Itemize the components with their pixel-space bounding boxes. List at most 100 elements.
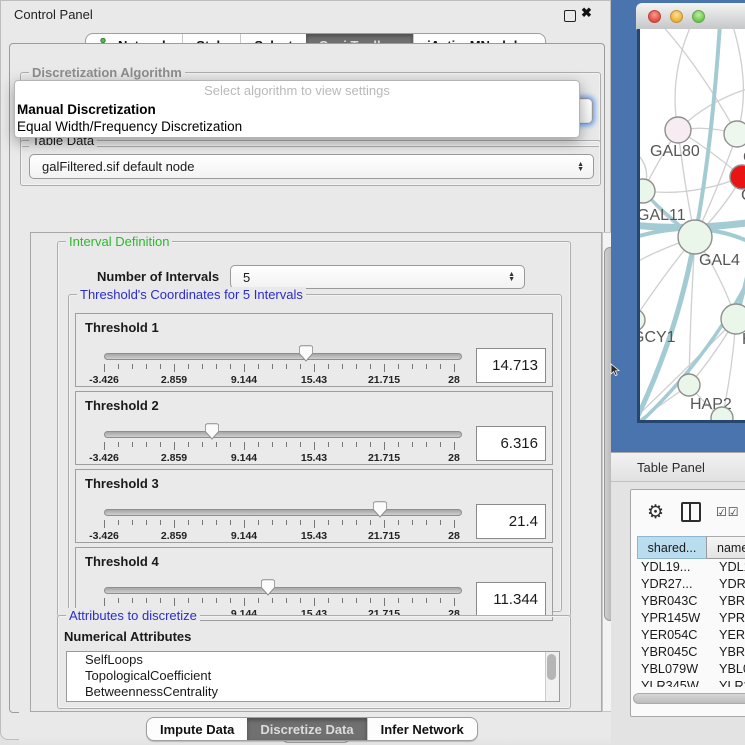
minimize-traffic-light-icon[interactable] [670, 10, 683, 23]
network-edge-thick[interactable] [695, 29, 720, 237]
table-data-combobox[interactable]: galFiltered.sif default node ▲▼ [29, 154, 594, 179]
columns-icon[interactable] [681, 502, 701, 522]
tick-mark [118, 442, 119, 447]
threshold-value-field[interactable]: 6.316 [476, 426, 546, 461]
tick-label: 15.43 [301, 452, 327, 464]
gear-icon[interactable]: ⚙ [647, 501, 664, 524]
network-edge[interactable] [643, 177, 742, 192]
threshold-value-field[interactable]: 11.344 [476, 582, 546, 617]
network-canvas[interactable]: GAL80GAL11GAL4GCY1HHAP2G.C [637, 29, 745, 420]
numerical-attributes-list[interactable]: SelfLoopsTopologicalCoefficientBetweenne… [66, 651, 560, 702]
tab-discretize-data[interactable]: Discretize Data [247, 718, 366, 740]
list-scrollbar[interactable] [545, 652, 559, 701]
bottom-tab-bar: Impute Data Discretize DataInfer Network [146, 717, 478, 741]
node-label-gal80: GAL80 [650, 143, 700, 160]
tick-mark [314, 364, 315, 372]
float-window-icon[interactable] [564, 10, 576, 22]
number-of-intervals-combobox[interactable]: 5▲▼ [230, 265, 525, 289]
tick-mark [160, 364, 161, 369]
close-icon[interactable]: ✖ [581, 5, 592, 21]
table-panel-title: Table Panel [637, 460, 705, 475]
tick-mark [356, 598, 357, 603]
stepper-arrows-icon: ▲▼ [577, 162, 584, 172]
slider-track[interactable] [104, 353, 462, 360]
tick-mark [370, 442, 371, 447]
tick-mark [104, 598, 105, 606]
network-window-titlebar[interactable] [636, 3, 745, 30]
column-header-shared-name[interactable]: shared... [637, 536, 707, 559]
network-node-hap2[interactable] [678, 374, 700, 396]
tick-mark [384, 364, 385, 372]
tick-mark [286, 364, 287, 369]
tab-label: Impute Data [160, 722, 234, 737]
slider-thumb[interactable] [373, 501, 387, 518]
tick-mark [342, 598, 343, 603]
attributes-group-title: Attributes to discretize [66, 608, 200, 623]
network-node-gcy1[interactable] [640, 309, 645, 331]
tick-mark [342, 442, 343, 447]
slider-track[interactable] [104, 587, 462, 594]
table-row[interactable]: YBR045CYBR0 [637, 644, 745, 661]
tab-impute-data[interactable]: Impute Data [147, 718, 247, 740]
thresholds-group: Threshold's Coordinates for 5 IntervalsT… [68, 294, 562, 612]
network-node-h[interactable] [721, 304, 745, 334]
network-node[interactable] [724, 121, 745, 147]
zoom-traffic-light-icon[interactable] [692, 10, 705, 23]
tick-mark [440, 364, 441, 369]
tick-mark [440, 598, 441, 603]
tick-mark [132, 442, 133, 447]
tick-mark [356, 364, 357, 369]
network-node-gal4[interactable] [678, 220, 712, 254]
network-edge[interactable] [732, 29, 743, 134]
tick-label: 28 [448, 374, 460, 386]
slider-track[interactable] [104, 509, 462, 516]
table-row[interactable]: YDR27...YDR2 [637, 576, 745, 593]
threshold-label: Threshold 3 [85, 476, 159, 491]
table-row[interactable]: YBL079WYBL0 [637, 661, 745, 678]
tick-mark [300, 598, 301, 603]
slider-thumb[interactable] [299, 345, 313, 362]
dropdown-option-equal-width[interactable]: Equal Width/Frequency Discretization [15, 118, 579, 135]
table-row[interactable]: YER054CYER0 [637, 627, 745, 644]
tick-mark [328, 442, 329, 447]
tick-label: 28 [448, 530, 460, 542]
checkbox-pair-icon[interactable]: ☑☑ [716, 505, 740, 519]
tick-mark [440, 520, 441, 525]
network-node-gal80[interactable] [665, 117, 691, 143]
close-traffic-light-icon[interactable] [648, 10, 661, 23]
horizontal-scrollbar-thumb[interactable] [633, 693, 745, 704]
tick-mark [258, 364, 259, 369]
tick-mark [300, 364, 301, 369]
tick-mark [342, 364, 343, 369]
tick-label: 9.144 [231, 452, 257, 464]
threshold-value-field[interactable]: 21.4 [476, 504, 546, 539]
slider-thumb[interactable] [261, 579, 275, 596]
list-item[interactable]: BetweennessCentrality [67, 684, 559, 700]
table-row[interactable]: YDL19...YDL1 [637, 559, 745, 576]
slider-thumb[interactable] [205, 423, 219, 440]
node-table-card: ⚙ ☑☑ shared... name YDL19...YDL1YDR27...… [630, 489, 745, 717]
threshold-value-field[interactable]: 14.713 [476, 348, 546, 383]
table-row[interactable]: YPR145WYPR1 [637, 610, 745, 627]
column-header-name[interactable]: name [707, 536, 745, 559]
tick-label: 2.859 [161, 374, 187, 386]
list-item[interactable]: SelfLoops [67, 652, 559, 668]
tick-mark [272, 364, 273, 369]
tick-mark [174, 520, 175, 528]
tick-mark [342, 520, 343, 525]
table-row[interactable]: YBR043CYBR0 [637, 593, 745, 610]
cell-name: YBL0 [705, 661, 745, 678]
tick-mark [174, 598, 175, 606]
table-row[interactable]: YLR345WYLR3 [637, 678, 745, 687]
list-item[interactable]: TopologicalCoefficient [67, 668, 559, 684]
tick-mark [426, 520, 427, 525]
table-panel-header: Table Panel [611, 452, 745, 482]
list-scrollbar-thumb[interactable] [547, 654, 556, 680]
slider-track[interactable] [104, 431, 462, 438]
tick-mark [202, 364, 203, 369]
tick-label: 9.144 [231, 530, 257, 542]
tab-infer-network[interactable]: Infer Network [367, 718, 477, 740]
dropdown-option-manual[interactable]: Manual Discretization [15, 101, 579, 118]
tick-mark [188, 598, 189, 603]
tick-mark [440, 442, 441, 447]
